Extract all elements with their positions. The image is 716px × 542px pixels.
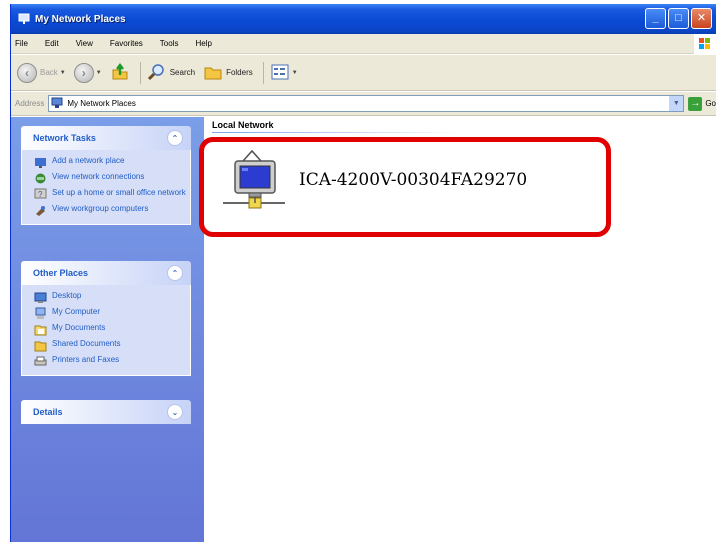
network-connections-icon <box>34 172 47 185</box>
network-tasks-header[interactable]: Network Tasks ⌃ <box>21 126 191 150</box>
explorer-window: My Network Places _ □ ✕ File Edit View F… <box>10 4 716 542</box>
task-pane: Network Tasks ⌃ Add a network place View… <box>11 117 204 542</box>
home-network-icon: ? <box>34 188 47 201</box>
toolbar-separator <box>262 61 264 84</box>
task-view-network-connections[interactable]: View network connections <box>34 172 190 185</box>
network-places-icon <box>17 13 30 26</box>
collapse-chevron-icon[interactable]: ⌃ <box>167 265 183 281</box>
address-value: My Network Places <box>67 99 136 108</box>
window-title: My Network Places <box>35 13 126 25</box>
group-divider <box>212 132 462 133</box>
title-bar[interactable]: My Network Places _ □ ✕ <box>11 4 716 34</box>
menu-view[interactable]: View <box>76 39 93 48</box>
menu-help[interactable]: Help <box>195 39 211 48</box>
go-arrow-icon: → <box>688 96 703 111</box>
other-places-title: Other Places <box>33 268 89 278</box>
window-controls: _ □ ✕ <box>645 8 712 29</box>
forward-button[interactable]: › ▼ <box>73 62 102 83</box>
address-dropdown-icon[interactable]: ▼ <box>669 96 684 111</box>
toolbar-separator <box>139 61 141 84</box>
folders-button[interactable]: Folders <box>203 62 253 84</box>
my-computer-icon <box>34 307 47 320</box>
views-dropdown-icon[interactable]: ▼ <box>292 70 298 76</box>
maximize-button[interactable]: □ <box>668 8 689 29</box>
menu-tools[interactable]: Tools <box>160 39 179 48</box>
up-folder-button[interactable] <box>110 62 130 84</box>
details-title: Details <box>33 407 63 417</box>
task-label: View workgroup computers <box>52 204 149 213</box>
collapse-chevron-icon[interactable]: ⌃ <box>167 130 183 146</box>
other-places-header[interactable]: Other Places ⌃ <box>21 261 191 285</box>
search-button[interactable]: Search <box>147 62 195 84</box>
task-label: Add a network place <box>52 156 125 165</box>
details-panel: Details ⌄ <box>21 400 191 424</box>
folders-icon <box>203 62 223 84</box>
place-desktop[interactable]: Desktop <box>34 291 190 304</box>
task-add-network-place[interactable]: Add a network place <box>34 156 190 169</box>
back-arrow-icon: ‹ <box>17 62 37 83</box>
place-label: Shared Documents <box>52 339 121 348</box>
place-label: My Documents <box>52 323 106 332</box>
task-label: Set up a home or small office network <box>52 188 186 197</box>
back-dropdown-icon[interactable]: ▼ <box>60 70 66 76</box>
windows-logo-icon <box>694 34 716 54</box>
task-view-workgroup-computers[interactable]: View workgroup computers <box>34 204 190 217</box>
network-tasks-body: Add a network place View network connect… <box>21 150 191 225</box>
address-bar: Address My Network Places ▼ → Go <box>11 92 716 116</box>
address-field[interactable]: My Network Places ▼ <box>48 95 685 112</box>
shared-documents-icon <box>34 339 47 352</box>
place-my-documents[interactable]: My Documents <box>34 323 190 336</box>
other-places-body: Desktop My Computer My Documents Shared … <box>21 285 191 376</box>
network-tasks-panel: Network Tasks ⌃ Add a network place View… <box>21 126 191 225</box>
task-label: View network connections <box>52 172 145 181</box>
menu-edit[interactable]: Edit <box>45 39 59 48</box>
search-label: Search <box>169 68 196 77</box>
details-header[interactable]: Details ⌄ <box>21 400 191 424</box>
menu-bar: File Edit View Favorites Tools Help <box>11 34 716 54</box>
place-label: My Computer <box>52 307 101 316</box>
place-label: Desktop <box>52 291 82 300</box>
svg-text:?: ? <box>38 190 43 199</box>
add-network-place-icon <box>34 156 47 169</box>
views-icon <box>270 63 290 83</box>
other-places-panel: Other Places ⌃ Desktop My Computer My Do… <box>21 261 191 376</box>
go-button[interactable]: → Go <box>688 96 716 111</box>
folders-label: Folders <box>226 68 253 77</box>
toolbar: ‹ Back ▼ › ▼ Search Folders ▼ <box>11 55 716 91</box>
expand-chevron-icon[interactable]: ⌄ <box>167 404 183 420</box>
place-printers-faxes[interactable]: Printers and Faxes <box>34 355 190 368</box>
minimize-button[interactable]: _ <box>645 8 666 29</box>
network-places-icon <box>51 97 63 111</box>
workgroup-icon <box>34 204 47 217</box>
back-label: Back <box>40 68 58 77</box>
network-tasks-title: Network Tasks <box>33 133 96 143</box>
menu-file[interactable]: File <box>15 39 28 48</box>
my-documents-icon <box>34 323 47 336</box>
place-shared-documents[interactable]: Shared Documents <box>34 339 190 352</box>
up-folder-icon <box>110 62 130 84</box>
go-label: Go <box>705 99 716 108</box>
place-my-computer[interactable]: My Computer <box>34 307 190 320</box>
place-label: Printers and Faxes <box>52 355 120 364</box>
group-title: Local Network <box>212 120 274 130</box>
address-label: Address <box>15 99 45 108</box>
forward-arrow-icon: › <box>73 62 94 83</box>
views-button[interactable]: ▼ <box>270 63 298 83</box>
highlight-annotation <box>199 137 611 237</box>
back-button[interactable]: ‹ Back ▼ <box>17 62 66 83</box>
desktop-icon <box>34 291 47 304</box>
task-setup-home-network[interactable]: ? Set up a home or small office network <box>34 188 190 201</box>
forward-dropdown-icon[interactable]: ▼ <box>96 70 102 76</box>
printers-icon <box>34 355 47 368</box>
search-icon <box>147 62 167 84</box>
menu-favorites[interactable]: Favorites <box>110 39 143 48</box>
close-button[interactable]: ✕ <box>691 8 712 29</box>
